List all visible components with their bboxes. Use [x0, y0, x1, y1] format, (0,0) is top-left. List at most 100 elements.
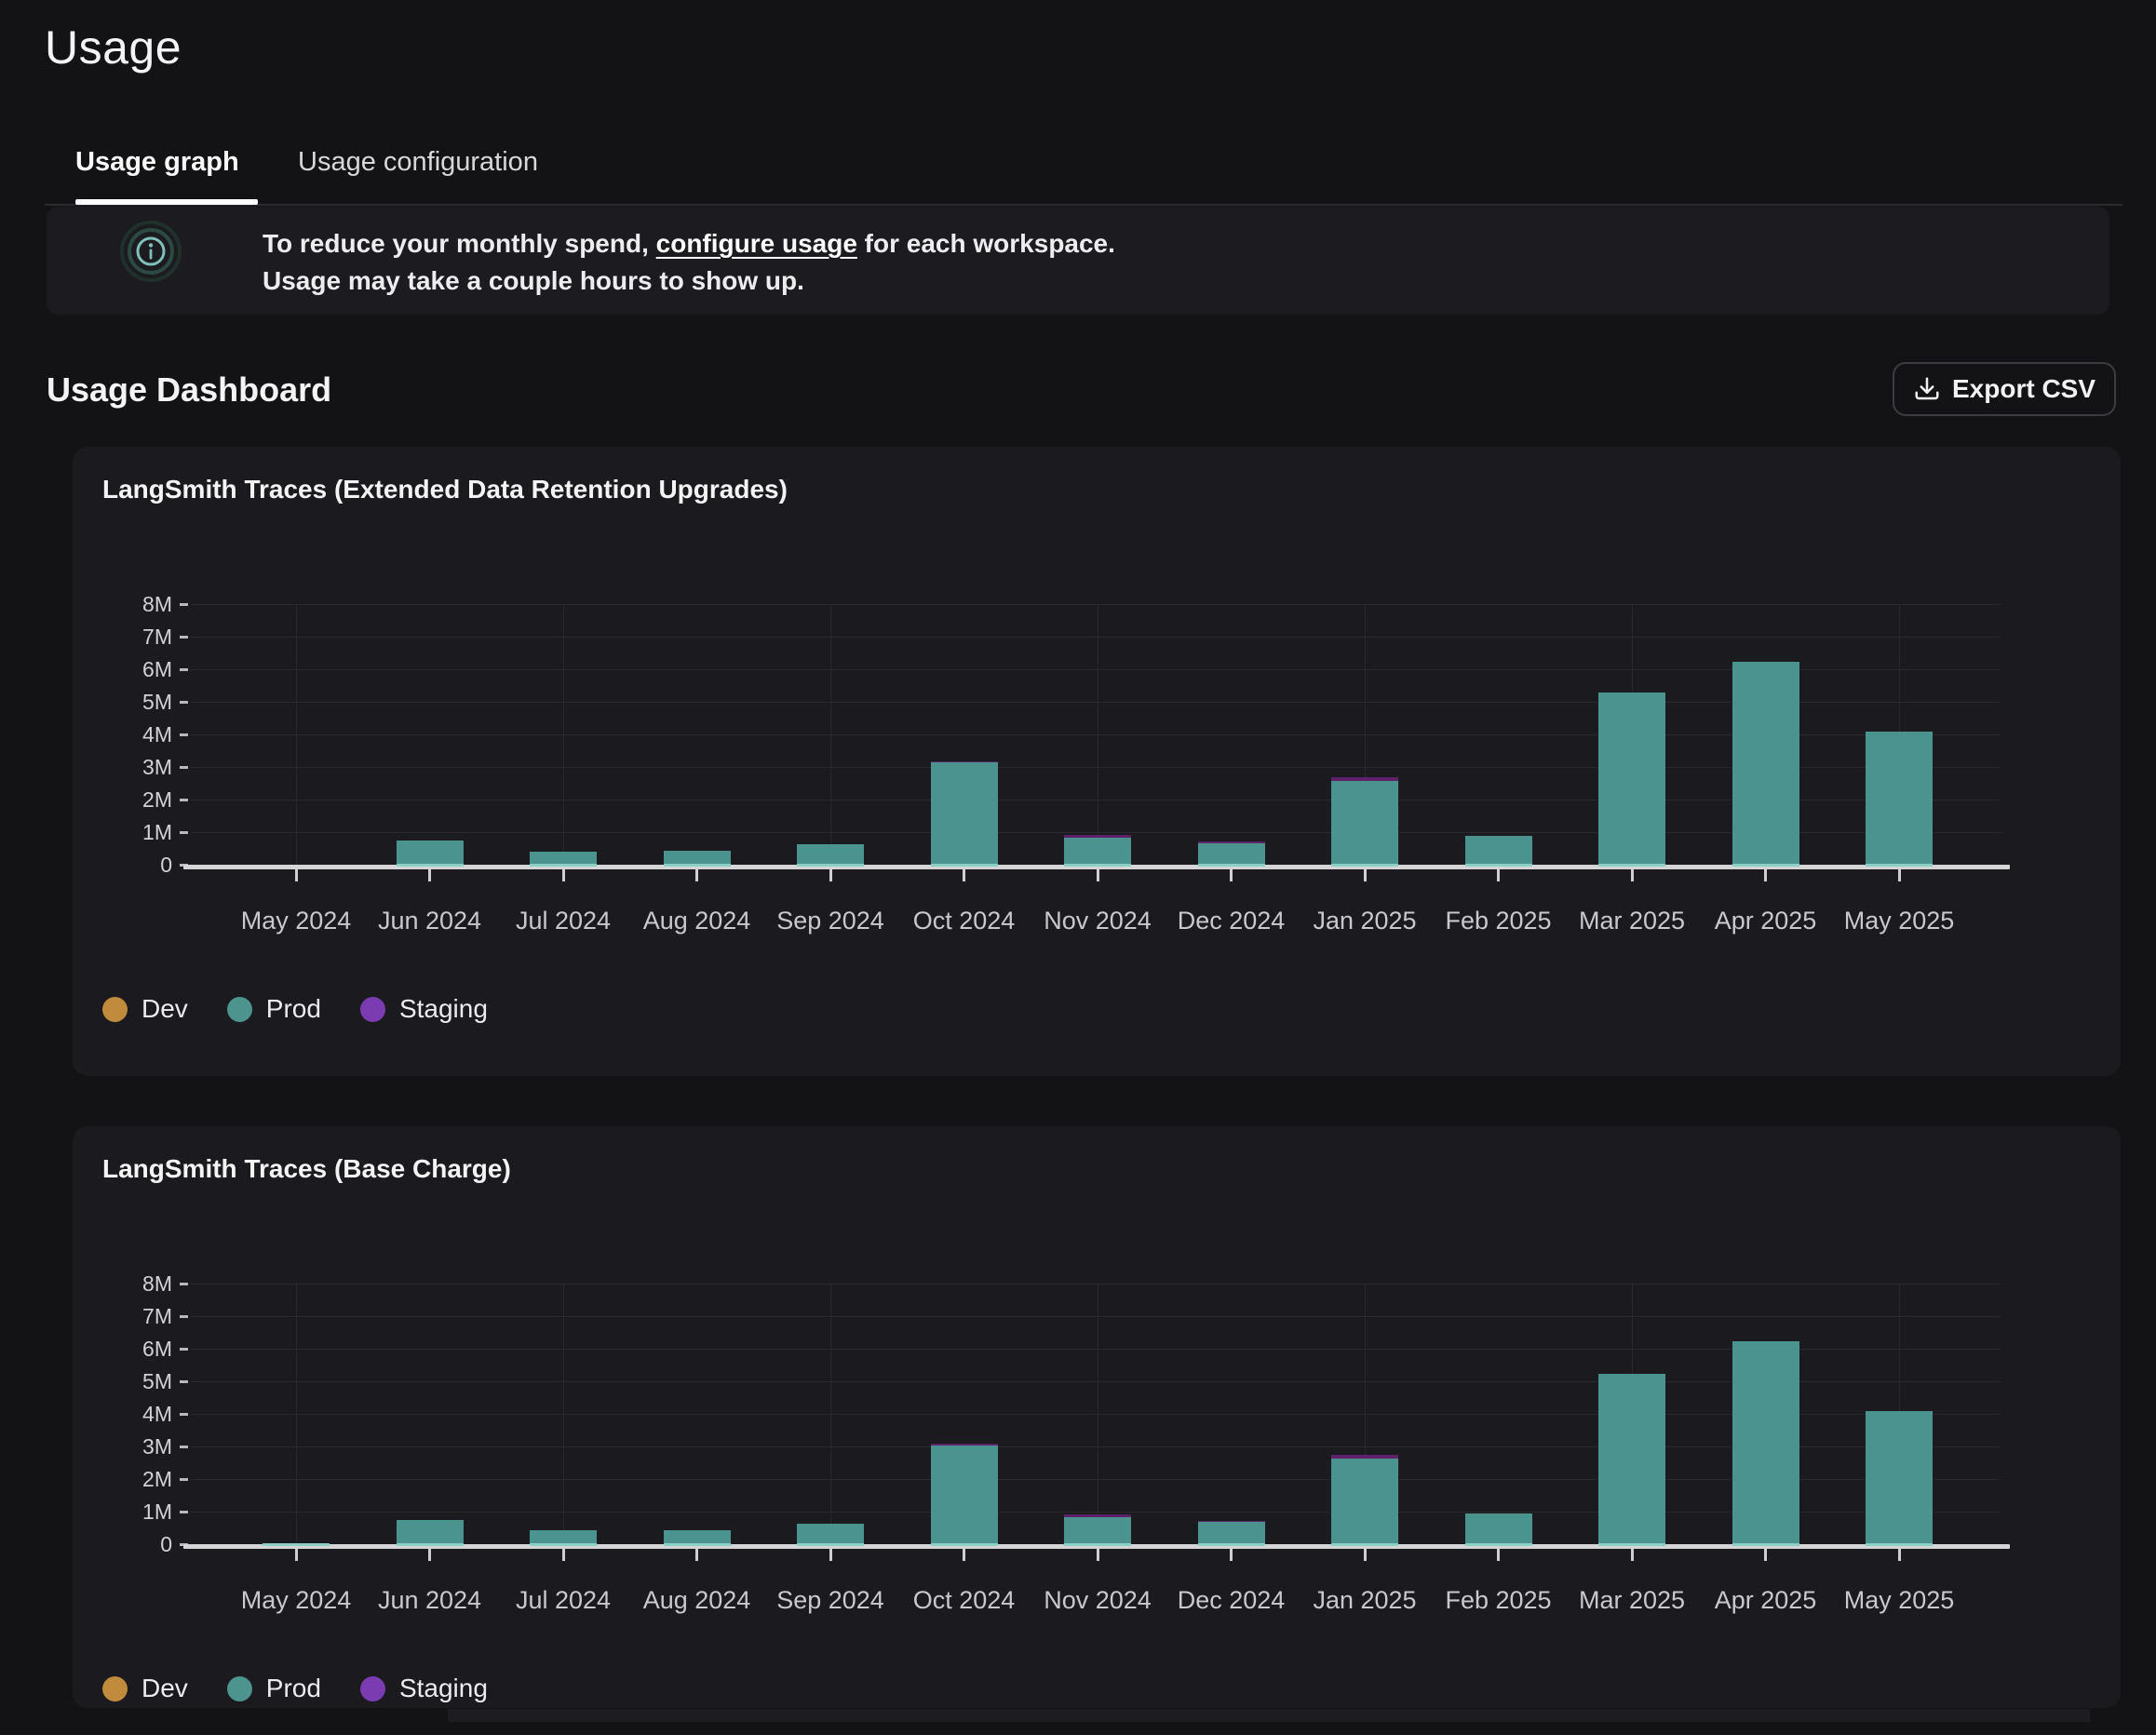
banner-text-prefix: To reduce your monthly spend, [263, 229, 656, 258]
x-axis-tick [1631, 1549, 1634, 1561]
x-axis-tick [428, 869, 431, 881]
gridline [191, 1316, 2001, 1317]
chart-title: LangSmith Traces (Base Charge) [102, 1154, 511, 1184]
bar-mar-2025[interactable] [1598, 693, 1665, 867]
y-axis-tick-label: 7M [107, 625, 172, 650]
bar-jul-2024[interactable] [530, 852, 597, 867]
bar-may-2024[interactable] [263, 1543, 330, 1546]
bar-feb-2025[interactable] [1465, 836, 1532, 867]
bar-segment-prod [1331, 1459, 1398, 1543]
gridline [191, 637, 2001, 638]
x-axis-tick [1631, 869, 1634, 881]
bar-apr-2025[interactable] [1732, 1341, 1799, 1547]
bar-aug-2024[interactable] [664, 1530, 731, 1547]
page-title: Usage [45, 20, 182, 74]
bar-segment-prod [397, 1520, 464, 1543]
y-axis-tick [180, 799, 188, 801]
bar-segment-prod [1064, 838, 1131, 865]
bar-segment-prod [664, 1530, 731, 1544]
active-tab-underline [75, 199, 258, 205]
legend-item-staging[interactable]: Staging [360, 1674, 488, 1703]
x-axis-tick [1097, 869, 1099, 881]
legend-label: Prod [266, 1674, 321, 1703]
bar-dec-2024[interactable] [1198, 1521, 1265, 1546]
bar-oct-2024[interactable] [931, 1444, 998, 1546]
legend-item-dev[interactable]: Dev [102, 1674, 188, 1703]
bar-base-edge [397, 864, 464, 867]
y-axis-tick-label: 8M [107, 1271, 172, 1297]
y-axis-tick-label: 5M [107, 1369, 172, 1394]
gridline [191, 604, 2001, 605]
bar-feb-2025[interactable] [1465, 1513, 1532, 1546]
bar-segment-prod [1732, 1341, 1799, 1544]
bar-aug-2024[interactable] [664, 851, 731, 868]
bar-dec-2024[interactable] [1198, 841, 1265, 867]
bar-jan-2025[interactable] [1331, 1455, 1398, 1546]
y-axis-tick [180, 603, 188, 606]
legend-item-prod[interactable]: Prod [227, 1674, 321, 1703]
bar-jan-2025[interactable] [1331, 777, 1398, 867]
info-banner-text: To reduce your monthly spend, configure … [263, 225, 1115, 300]
bar-jun-2024[interactable] [397, 1520, 464, 1546]
bar-oct-2024[interactable] [931, 761, 998, 867]
info-icon [119, 220, 182, 283]
bar-base-edge [1598, 1543, 1665, 1546]
legend-label: Staging [399, 994, 488, 1024]
bar-mar-2025[interactable] [1598, 1374, 1665, 1547]
bar-nov-2024[interactable] [1064, 835, 1131, 867]
bar-jul-2024[interactable] [530, 1530, 597, 1546]
legend-item-prod[interactable]: Prod [227, 994, 321, 1024]
legend-label: Staging [399, 1674, 488, 1703]
bar-segment-prod [1331, 781, 1398, 864]
bar-segment-prod [1866, 732, 1933, 864]
bar-nov-2024[interactable] [1064, 1514, 1131, 1546]
configure-usage-link[interactable]: configure usage [656, 229, 857, 258]
x-axis-tick-label: May 2025 [1815, 907, 1983, 935]
bar-jun-2024[interactable] [397, 841, 464, 867]
x-axis-tick [1497, 869, 1500, 881]
y-axis-tick-label: 2M [107, 787, 172, 813]
x-axis-tick [1230, 1549, 1233, 1561]
bar-may-2025[interactable] [1866, 1411, 1933, 1546]
export-csv-button[interactable]: Export CSV [1893, 362, 2116, 416]
y-axis-tick-label: 7M [107, 1304, 172, 1329]
y-axis-tick [180, 1478, 188, 1481]
bar-may-2025[interactable] [1866, 732, 1933, 867]
y-axis-tick [180, 1413, 188, 1416]
bar-segment-prod [1598, 1374, 1665, 1544]
y-axis-tick-label: 6M [107, 657, 172, 682]
y-axis-tick-label: 1M [107, 820, 172, 845]
bar-base-edge [931, 1543, 998, 1546]
tab-usage-graph[interactable]: Usage graph [75, 147, 239, 178]
legend-item-staging[interactable]: Staging [360, 994, 488, 1024]
x-axis-tick [963, 1549, 965, 1561]
bar-segment-prod [664, 851, 731, 865]
x-axis-tick [829, 1549, 832, 1561]
legend-dot-dev [102, 997, 128, 1022]
bar-segment-prod [530, 1530, 597, 1543]
partial-next-element [448, 1709, 2090, 1722]
bar-segment-prod [1732, 662, 1799, 865]
bar-base-edge [1598, 864, 1665, 867]
y-axis-tick [180, 1446, 188, 1448]
bar-base-edge [931, 864, 998, 867]
export-csv-label: Export CSV [1952, 374, 2095, 404]
y-axis-tick [180, 831, 188, 834]
bar-sep-2024[interactable] [797, 1524, 864, 1547]
y-axis-tick [180, 1315, 188, 1318]
x-axis-tick [695, 869, 698, 881]
x-axis-tick [1097, 1549, 1099, 1561]
x-axis-tick [295, 869, 298, 881]
chart-legend: Dev Prod Staging [102, 994, 488, 1024]
bar-sep-2024[interactable] [797, 844, 864, 868]
x-axis-tick [1764, 1549, 1767, 1561]
bar-base-edge [1064, 864, 1131, 867]
bar-base-edge [1331, 864, 1398, 867]
bar-segment-prod [1465, 836, 1532, 864]
x-axis-tick [1898, 869, 1901, 881]
bar-apr-2025[interactable] [1732, 662, 1799, 868]
legend-item-dev[interactable]: Dev [102, 994, 188, 1024]
tab-usage-configuration[interactable]: Usage configuration [298, 147, 538, 178]
bar-base-edge [1866, 1543, 1933, 1546]
y-axis-tick [180, 1348, 188, 1351]
